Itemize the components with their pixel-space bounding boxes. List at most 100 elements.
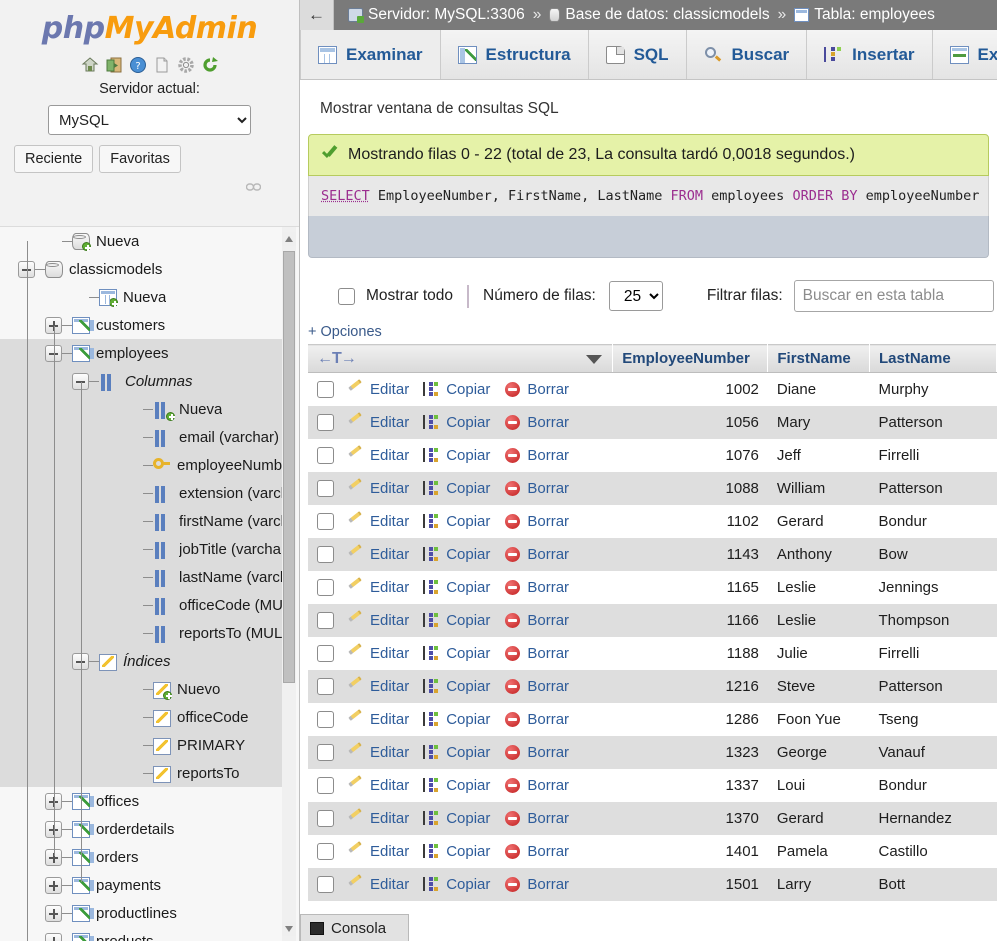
chain-link-icon[interactable] <box>245 179 262 191</box>
row-select-checkbox[interactable] <box>317 875 334 893</box>
tree-scrollbar[interactable] <box>282 227 296 941</box>
delete-row-link[interactable]: Borrar <box>504 381 569 398</box>
row-select-checkbox[interactable] <box>317 842 334 860</box>
copy-row-link[interactable]: Copiar <box>423 612 490 629</box>
back-button[interactable]: ← <box>300 0 334 30</box>
edit-row-link[interactable]: Editar <box>347 711 409 728</box>
copy-row-link[interactable]: Copiar <box>423 777 490 794</box>
tab-sql[interactable]: SQL <box>589 30 687 79</box>
help-icon[interactable]: ? <box>129 56 147 74</box>
delete-row-link[interactable]: Borrar <box>504 711 569 728</box>
row-select-checkbox[interactable] <box>317 512 334 530</box>
table-row[interactable]: Editar Copiar Borrar 1166 Leslie Thompson <box>308 603 997 637</box>
copy-row-link[interactable]: Copiar <box>423 381 490 398</box>
breadcrumb-server[interactable]: Servidor: MySQL:3306 <box>368 6 525 24</box>
table-row[interactable]: Editar Copiar Borrar 1401 Pamela Castillo <box>308 834 997 868</box>
docs-icon[interactable] <box>153 56 171 74</box>
tree-item-idx-officecode[interactable]: officeCode <box>0 703 283 731</box>
copy-row-link[interactable]: Copiar <box>423 810 490 827</box>
tab-exportar[interactable]: Expo <box>933 30 997 79</box>
tree-item-customers[interactable]: customers <box>0 311 283 339</box>
tree-toggle-payments[interactable] <box>45 876 62 894</box>
edit-row-link[interactable]: Editar <box>347 645 409 662</box>
delete-row-link[interactable]: Borrar <box>504 876 569 893</box>
edit-row-link[interactable]: Editar <box>347 513 409 530</box>
tree-item-col-officecode[interactable]: officeCode (MUL, v <box>0 591 283 619</box>
tree-toggle-products[interactable] <box>45 932 62 941</box>
row-select-checkbox[interactable] <box>317 776 334 794</box>
tree-item-payments[interactable]: payments <box>0 871 283 899</box>
tree-item-idx-nuevo[interactable]: Nuevo <box>0 675 283 703</box>
tree-item-orderdetails[interactable]: orderdetails <box>0 815 283 843</box>
tree-item-employees[interactable]: employees <box>0 339 283 367</box>
tree-toggle-productlines[interactable] <box>45 904 62 922</box>
table-row[interactable]: Editar Copiar Borrar 1143 Anthony Bow <box>308 537 997 571</box>
tab-buscar[interactable]: Buscar <box>687 30 808 79</box>
row-select-checkbox[interactable] <box>317 644 334 662</box>
row-select-checkbox[interactable] <box>317 677 334 695</box>
filter-rows-input[interactable] <box>793 280 994 312</box>
delete-row-link[interactable]: Borrar <box>504 810 569 827</box>
table-row[interactable]: Editar Copiar Borrar 1323 George Vanauf <box>308 735 997 769</box>
breadcrumb-table[interactable]: Tabla: employees <box>814 6 935 24</box>
tree-item-col-employeenumber[interactable]: employeeNumber ( <box>0 451 283 479</box>
table-row[interactable]: Editar Copiar Borrar 1370 Gerard Hernandez <box>308 801 997 835</box>
delete-row-link[interactable]: Borrar <box>504 579 569 596</box>
reload-icon[interactable] <box>201 56 219 74</box>
server-select[interactable]: MySQL <box>48 105 251 135</box>
tree-item-col-email[interactable]: email (varchar) <box>0 423 283 451</box>
tree-item-productlines[interactable]: productlines <box>0 899 283 927</box>
edit-row-link[interactable]: Editar <box>347 414 409 431</box>
copy-row-link[interactable]: Copiar <box>423 579 490 596</box>
edit-row-link[interactable]: Editar <box>347 612 409 629</box>
edit-row-link[interactable]: Editar <box>347 843 409 860</box>
row-select-checkbox[interactable] <box>317 545 334 563</box>
row-select-checkbox[interactable] <box>317 446 334 464</box>
edit-row-link[interactable]: Editar <box>347 777 409 794</box>
tree-item-products[interactable]: products <box>0 927 283 941</box>
table-row[interactable]: Editar Copiar Borrar 1188 Julie Firrelli <box>308 636 997 670</box>
home-icon[interactable] <box>81 56 99 74</box>
tab-estructura[interactable]: Estructura <box>441 30 589 79</box>
copy-row-link[interactable]: Copiar <box>423 513 490 530</box>
tree-item-col-jobtitle[interactable]: jobTitle (varchar) <box>0 535 283 563</box>
edit-row-link[interactable]: Editar <box>347 480 409 497</box>
tree-item-nueva-db[interactable]: Nueva <box>0 227 283 255</box>
table-row[interactable]: Editar Copiar Borrar 1088 William Patterson <box>308 471 997 505</box>
row-select-checkbox[interactable] <box>317 413 334 431</box>
show-sql-query-window-link[interactable]: Mostrar ventana de consultas SQL <box>300 80 997 134</box>
copy-row-link[interactable]: Copiar <box>423 645 490 662</box>
tree-item-classicmodels[interactable]: classicmodels <box>0 255 283 283</box>
row-select-checkbox[interactable] <box>317 743 334 761</box>
table-row[interactable]: Editar Copiar Borrar 1286 Foon Yue Tseng <box>308 702 997 736</box>
tree-item-offices[interactable]: offices <box>0 787 283 815</box>
copy-row-link[interactable]: Copiar <box>423 414 490 431</box>
row-select-checkbox[interactable] <box>317 809 334 827</box>
tree-item-col-reportsto[interactable]: reportsTo (MUL, int <box>0 619 283 647</box>
table-row[interactable]: Editar Copiar Borrar 1216 Steve Patterson <box>308 669 997 703</box>
tree-item-col-nueva[interactable]: Nueva <box>0 395 283 423</box>
copy-row-link[interactable]: Copiar <box>423 447 490 464</box>
row-select-checkbox[interactable] <box>317 578 334 596</box>
delete-row-link[interactable]: Borrar <box>504 744 569 761</box>
edit-row-link[interactable]: Editar <box>347 744 409 761</box>
recent-button[interactable]: Reciente <box>14 145 94 173</box>
edit-row-link[interactable]: Editar <box>347 678 409 695</box>
edit-row-link[interactable]: Editar <box>347 579 409 596</box>
table-row[interactable]: Editar Copiar Borrar 1102 Gerard Bondur <box>308 504 997 538</box>
edit-row-link[interactable]: Editar <box>347 810 409 827</box>
favorites-button[interactable]: Favoritas <box>99 145 181 173</box>
row-select-checkbox[interactable] <box>317 710 334 728</box>
delete-row-link[interactable]: Borrar <box>504 513 569 530</box>
tree-item-nueva-tabla[interactable]: Nueva <box>0 283 283 311</box>
tree-item-idx-primary[interactable]: PRIMARY <box>0 731 283 759</box>
tree-item-col-lastname[interactable]: lastName (varchar) <box>0 563 283 591</box>
settings-gear-icon[interactable] <box>177 56 195 74</box>
tab-examinar[interactable]: Examinar <box>300 30 441 79</box>
console-bar[interactable]: Consola <box>300 914 409 941</box>
copy-row-link[interactable]: Copiar <box>423 711 490 728</box>
copy-row-link[interactable]: Copiar <box>423 546 490 563</box>
row-select-checkbox[interactable] <box>317 380 334 398</box>
show-all-checkbox[interactable] <box>338 287 355 305</box>
table-row[interactable]: Editar Copiar Borrar 1056 Mary Patterson <box>308 405 997 439</box>
